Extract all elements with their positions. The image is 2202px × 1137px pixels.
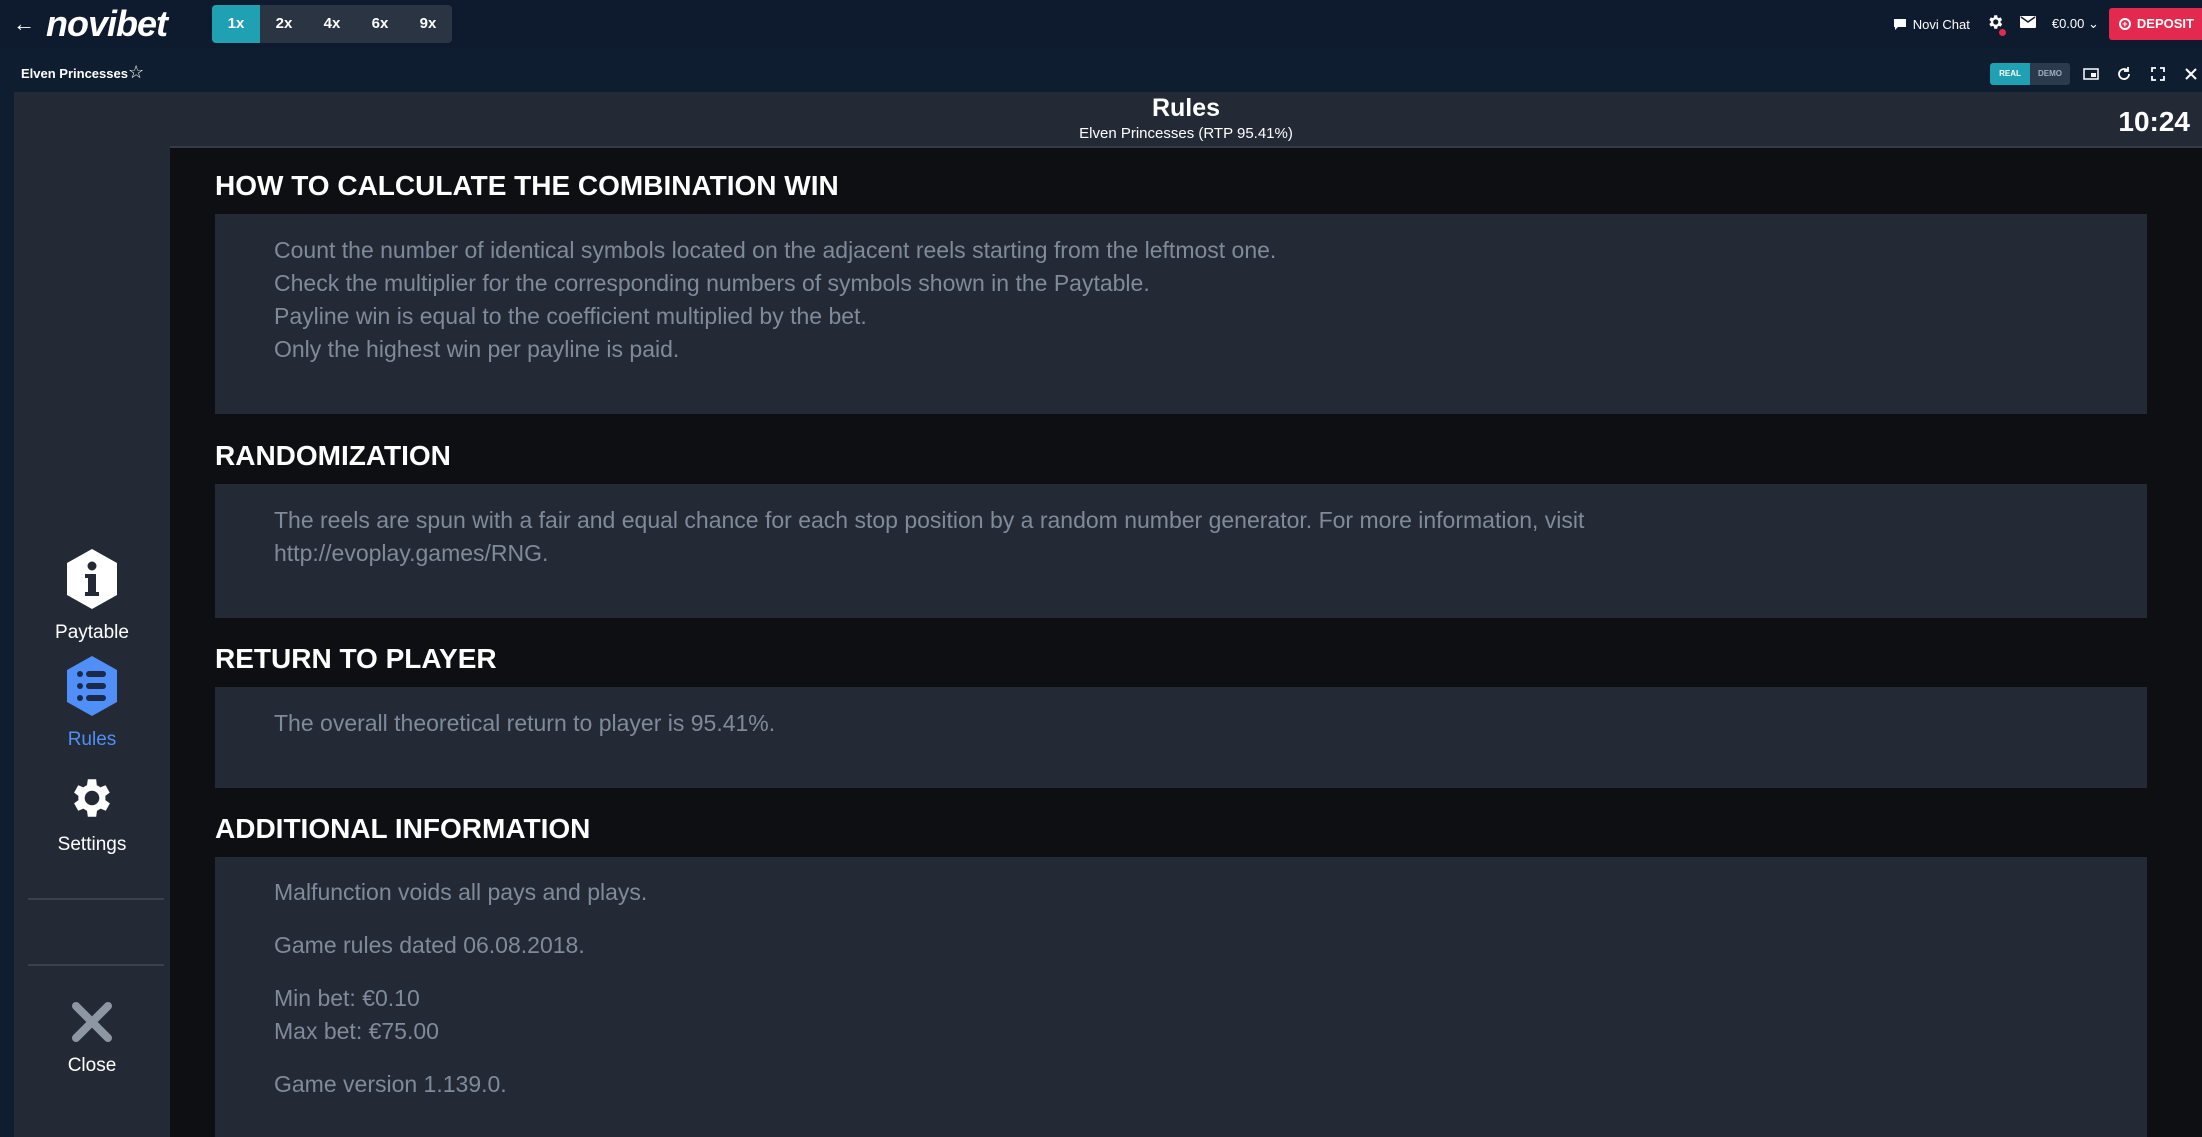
deposit-button[interactable]: + DEPOSIT bbox=[2108, 8, 2202, 40]
fullscreen-icon[interactable] bbox=[2148, 64, 2168, 84]
real-mode-button[interactable]: REAL bbox=[1990, 63, 2030, 85]
chevron-down-icon: ⌄ bbox=[2088, 16, 2099, 31]
speed-2x-button[interactable]: 2x bbox=[260, 5, 308, 43]
game-frame: Paytable Rules Settings Close Rules Elve… bbox=[14, 92, 2202, 1137]
speed-4x-button[interactable]: 4x bbox=[308, 5, 356, 43]
balance-dropdown[interactable]: €0.00 ⌄ bbox=[2052, 16, 2099, 32]
section-body: Count the number of identical symbols lo… bbox=[215, 214, 2147, 414]
clock: 10:24 bbox=[2118, 106, 2190, 137]
page-subtitle: Elven Princesses (RTP 95.41%) bbox=[1079, 125, 1293, 142]
close-icon bbox=[72, 1002, 112, 1042]
section-title: HOW TO CALCULATE THE COMBINATION WIN bbox=[215, 170, 839, 201]
rules-label: Rules bbox=[67, 729, 117, 750]
section-title: RANDOMIZATION bbox=[215, 440, 451, 471]
novi-chat-label: Novi Chat bbox=[1912, 16, 1970, 32]
rules-header: Rules Elven Princesses (RTP 95.41%) 10:2… bbox=[170, 92, 2202, 148]
novi-chat-button[interactable]: Novi Chat bbox=[1893, 17, 1970, 32]
mail-icon bbox=[2019, 16, 2036, 28]
picture-in-picture-icon[interactable] bbox=[2081, 64, 2101, 84]
rule-line: Game rules dated 06.08.2018. bbox=[274, 932, 585, 958]
section-body: Malfunction voids all pays and plays. Ga… bbox=[215, 857, 2147, 1137]
rule-line: Check the multiplier for the correspondi… bbox=[274, 270, 1150, 296]
back-arrow-icon[interactable]: ← bbox=[12, 12, 36, 36]
section-title: RETURN TO PLAYER bbox=[215, 643, 497, 674]
rule-line: Malfunction voids all pays and plays. bbox=[274, 879, 648, 905]
top-bar: ← novibet 1x 2x 4x 6x 9x Novi Chat €0.00… bbox=[0, 0, 2202, 48]
deposit-label: DEPOSIT bbox=[2136, 16, 2194, 31]
rule-line: Max bet: €75.00 bbox=[274, 1018, 439, 1044]
rule-line: The overall theoretical return to player… bbox=[274, 710, 776, 736]
notification-dot bbox=[1998, 28, 2006, 36]
rule-line: Min bet: €0.10 bbox=[274, 985, 420, 1011]
settings-nav-item[interactable]: Settings bbox=[14, 773, 170, 856]
paytable-nav-item[interactable]: Paytable bbox=[14, 547, 170, 644]
gear-icon bbox=[1989, 14, 2003, 29]
paytable-label: Paytable bbox=[55, 622, 129, 643]
list-icon bbox=[67, 656, 117, 716]
messages-button[interactable] bbox=[2019, 15, 2036, 33]
rng-link[interactable]: http://evoplay.games/RNG. bbox=[274, 540, 548, 567]
rules-sidebar: Paytable Rules Settings Close bbox=[14, 92, 170, 1137]
mode-toggle: REAL DEMO bbox=[1990, 63, 2070, 85]
speed-9x-button[interactable]: 9x bbox=[404, 5, 452, 43]
settings-gear-button[interactable] bbox=[1986, 13, 2006, 36]
rules-nav-item[interactable]: Rules bbox=[14, 654, 170, 751]
rule-line: Game version 1.139.0. bbox=[274, 1071, 507, 1097]
balance-value: €0.00 bbox=[2051, 16, 2085, 31]
sidebar-divider bbox=[28, 964, 164, 966]
section-title: ADDITIONAL INFORMATION bbox=[215, 813, 591, 844]
speed-1x-button[interactable]: 1x bbox=[212, 5, 260, 43]
settings-gear-icon bbox=[74, 779, 110, 817]
rule-line: The reels are spun with a fair and equal… bbox=[274, 507, 1585, 533]
close-nav-item[interactable]: Close bbox=[14, 1000, 170, 1077]
speed-6x-button[interactable]: 6x bbox=[356, 5, 404, 43]
rule-line: Count the number of identical symbols lo… bbox=[274, 237, 1277, 263]
section-body: The overall theoretical return to player… bbox=[215, 687, 2147, 788]
chat-icon bbox=[1893, 18, 1906, 30]
game-title: Elven Princesses bbox=[21, 66, 128, 81]
speed-selector: 1x 2x 4x 6x 9x bbox=[212, 5, 452, 43]
page-title: Rules bbox=[1151, 94, 1221, 122]
close-game-icon[interactable] bbox=[2181, 64, 2201, 84]
plus-icon: + bbox=[2118, 18, 2131, 30]
section-body: The reels are spun with a fair and equal… bbox=[215, 484, 2147, 618]
info-icon bbox=[67, 549, 117, 609]
game-subbar: Elven Princesses ☆ REAL DEMO bbox=[0, 48, 2202, 92]
rule-line: Only the highest win per payline is paid… bbox=[274, 336, 680, 362]
rule-line: Payline win is equal to the coefficient … bbox=[274, 303, 867, 329]
favorite-star-icon[interactable]: ☆ bbox=[128, 62, 144, 83]
close-label: Close bbox=[67, 1055, 117, 1076]
sidebar-divider bbox=[28, 898, 164, 900]
novibet-logo[interactable]: novibet bbox=[46, 4, 168, 44]
settings-label: Settings bbox=[57, 834, 127, 855]
rules-content[interactable]: HOW TO CALCULATE THE COMBINATION WIN Cou… bbox=[170, 150, 2202, 1137]
top-right-controls: Novi Chat €0.00 ⌄ + DEPOSIT bbox=[1893, 0, 2202, 48]
refresh-icon[interactable] bbox=[2114, 64, 2134, 84]
demo-mode-button[interactable]: DEMO bbox=[2030, 63, 2070, 85]
